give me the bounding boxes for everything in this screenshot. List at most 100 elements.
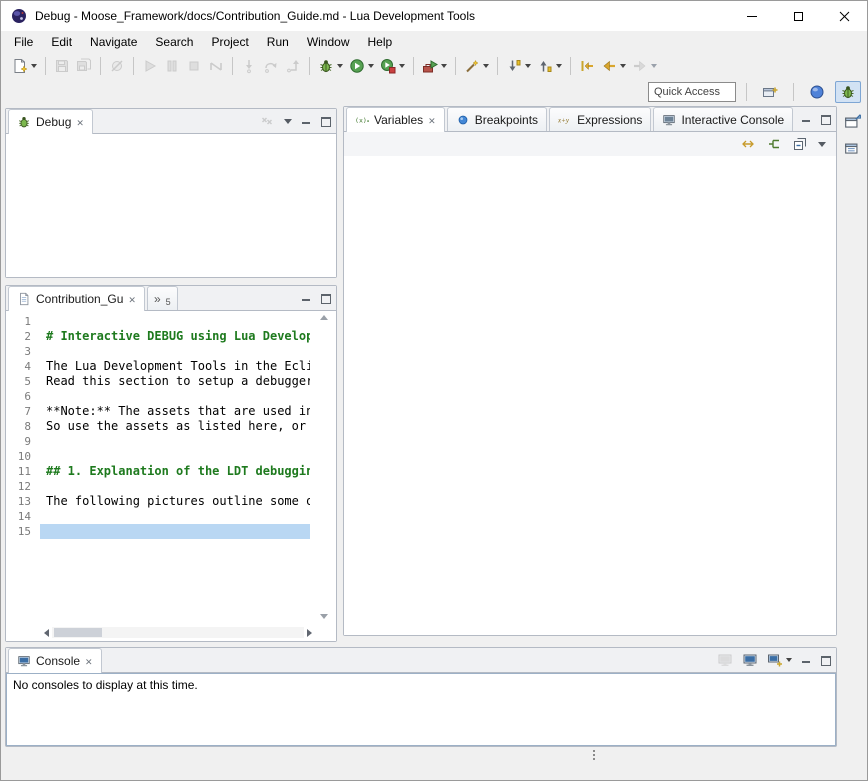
editor-tab-overflow-chevron[interactable]: »5 xyxy=(147,286,178,310)
line-text[interactable] xyxy=(40,524,310,539)
editor-line-8[interactable]: 8So use the assets as listed here, or xyxy=(6,419,336,434)
close-tab-icon[interactable] xyxy=(76,115,84,129)
console-content[interactable]: No consoles to display at this time. xyxy=(6,673,836,746)
line-text[interactable] xyxy=(40,314,310,329)
minimize-window-button[interactable] xyxy=(729,1,775,31)
dropdown-icon[interactable] xyxy=(441,64,447,68)
tab-contribution-guide[interactable]: Contribution_Gu xyxy=(8,286,145,311)
line-text[interactable] xyxy=(40,449,310,464)
tab-expressions[interactable]: x+y Expressions xyxy=(549,107,651,131)
next-annotation-button[interactable] xyxy=(503,55,534,77)
scrollbar-thumb[interactable] xyxy=(54,628,102,637)
view-menu-icon[interactable] xyxy=(284,119,292,124)
editor-line-1[interactable]: 1 xyxy=(6,314,336,329)
open-element-button[interactable] xyxy=(461,55,492,77)
menu-file[interactable]: File xyxy=(5,31,42,53)
display-selected-console-icon[interactable] xyxy=(742,652,758,668)
debug-perspective-button[interactable] xyxy=(835,81,861,103)
tab-variables[interactable]: (x)= Variables xyxy=(346,107,445,132)
open-perspective-button[interactable] xyxy=(757,81,783,103)
run-button[interactable] xyxy=(346,55,377,77)
line-text[interactable] xyxy=(40,479,310,494)
line-text[interactable]: # Interactive DEBUG using Lua Develop xyxy=(40,329,310,344)
restore-minimized-view-icon[interactable] xyxy=(844,139,862,157)
editor-line-4[interactable]: 4The Lua Development Tools in the Ecli xyxy=(6,359,336,374)
minimize-view-icon[interactable] xyxy=(801,114,811,124)
step-return-button[interactable] xyxy=(282,55,304,77)
debug-view-content[interactable] xyxy=(6,134,336,277)
close-tab-icon[interactable] xyxy=(428,113,436,127)
maximize-view-icon[interactable] xyxy=(820,114,830,124)
collapse-all-icon[interactable] xyxy=(792,136,808,152)
previous-annotation-button[interactable] xyxy=(534,55,565,77)
minimize-view-icon[interactable] xyxy=(301,293,311,303)
step-into-button[interactable] xyxy=(238,55,260,77)
line-text[interactable]: **Note:** The assets that are used in xyxy=(40,404,310,419)
line-text[interactable]: So use the assets as listed here, or xyxy=(40,419,310,434)
menu-help[interactable]: Help xyxy=(359,31,402,53)
variables-content[interactable] xyxy=(344,156,836,635)
sash-grip[interactable] xyxy=(593,750,595,752)
ldt-perspective-button[interactable] xyxy=(804,81,830,103)
line-text[interactable]: Read this section to setup a debugger xyxy=(40,374,310,389)
resume-button[interactable] xyxy=(139,55,161,77)
dropdown-icon[interactable] xyxy=(399,64,405,68)
step-over-button[interactable] xyxy=(260,55,282,77)
horizontal-scrollbar[interactable] xyxy=(44,626,312,639)
tab-console[interactable]: Console xyxy=(8,648,102,673)
editor-line-14[interactable]: 14 xyxy=(6,509,336,524)
scroll-right-icon[interactable] xyxy=(307,629,312,637)
external-tools-button[interactable] xyxy=(419,55,450,77)
editor-line-13[interactable]: 13The following pictures outline some o xyxy=(6,494,336,509)
tab-debug[interactable]: Debug xyxy=(8,109,93,134)
dropdown-icon[interactable] xyxy=(525,64,531,68)
scrollbar-track[interactable] xyxy=(52,627,304,638)
last-edit-location-button[interactable] xyxy=(576,55,598,77)
minimize-view-icon[interactable] xyxy=(301,116,311,126)
dropdown-icon[interactable] xyxy=(337,64,343,68)
dropdown-icon[interactable] xyxy=(483,64,489,68)
back-button[interactable] xyxy=(598,55,629,77)
disconnect-button[interactable] xyxy=(205,55,227,77)
minimize-view-icon[interactable] xyxy=(801,655,811,665)
line-text[interactable]: The following pictures outline some o xyxy=(40,494,310,509)
scroll-up-icon[interactable] xyxy=(320,315,328,320)
editor-line-5[interactable]: 5Read this section to setup a debugger xyxy=(6,374,336,389)
menu-navigate[interactable]: Navigate xyxy=(81,31,146,53)
debug-button[interactable] xyxy=(315,55,346,77)
suspend-button[interactable] xyxy=(161,55,183,77)
maximize-view-icon[interactable] xyxy=(820,655,830,665)
menu-project[interactable]: Project xyxy=(202,31,257,53)
menu-window[interactable]: Window xyxy=(298,31,359,53)
line-text[interactable] xyxy=(40,509,310,524)
forward-button[interactable] xyxy=(629,55,660,77)
editor-line-7[interactable]: 7**Note:** The assets that are used in xyxy=(6,404,336,419)
save-button[interactable] xyxy=(51,55,73,77)
editor-line-6[interactable]: 6 xyxy=(6,389,336,404)
tab-breakpoints[interactable]: Breakpoints xyxy=(447,107,547,131)
quick-access-input[interactable] xyxy=(648,82,736,102)
scroll-left-icon[interactable] xyxy=(44,629,49,637)
skip-all-breakpoints-button[interactable] xyxy=(106,55,128,77)
dropdown-icon[interactable] xyxy=(620,64,626,68)
dropdown-icon[interactable] xyxy=(556,64,562,68)
show-type-names-icon[interactable] xyxy=(740,136,756,152)
coverage-button[interactable] xyxy=(377,55,408,77)
maximize-window-button[interactable] xyxy=(775,1,821,31)
editor-line-2[interactable]: 2# Interactive DEBUG using Lua Develop xyxy=(6,329,336,344)
editor-line-3[interactable]: 3 xyxy=(6,344,336,359)
menu-search[interactable]: Search xyxy=(146,31,202,53)
dropdown-icon[interactable] xyxy=(786,658,792,662)
editor-line-11[interactable]: 11## 1. Explanation of the LDT debuggin xyxy=(6,464,336,479)
line-text[interactable]: ## 1. Explanation of the LDT debuggin xyxy=(40,464,310,479)
editor-line-9[interactable]: 9 xyxy=(6,434,336,449)
clear-console-icon[interactable] xyxy=(717,652,733,668)
show-logical-structure-icon[interactable] xyxy=(766,136,782,152)
close-tab-icon[interactable] xyxy=(128,292,136,306)
editor-body[interactable]: 12# Interactive DEBUG using Lua Develop3… xyxy=(6,311,336,641)
dropdown-icon[interactable] xyxy=(31,64,37,68)
close-tab-icon[interactable] xyxy=(85,654,93,668)
line-text[interactable] xyxy=(40,389,310,404)
new-wizard-button[interactable] xyxy=(9,55,40,77)
save-all-button[interactable] xyxy=(73,55,95,77)
